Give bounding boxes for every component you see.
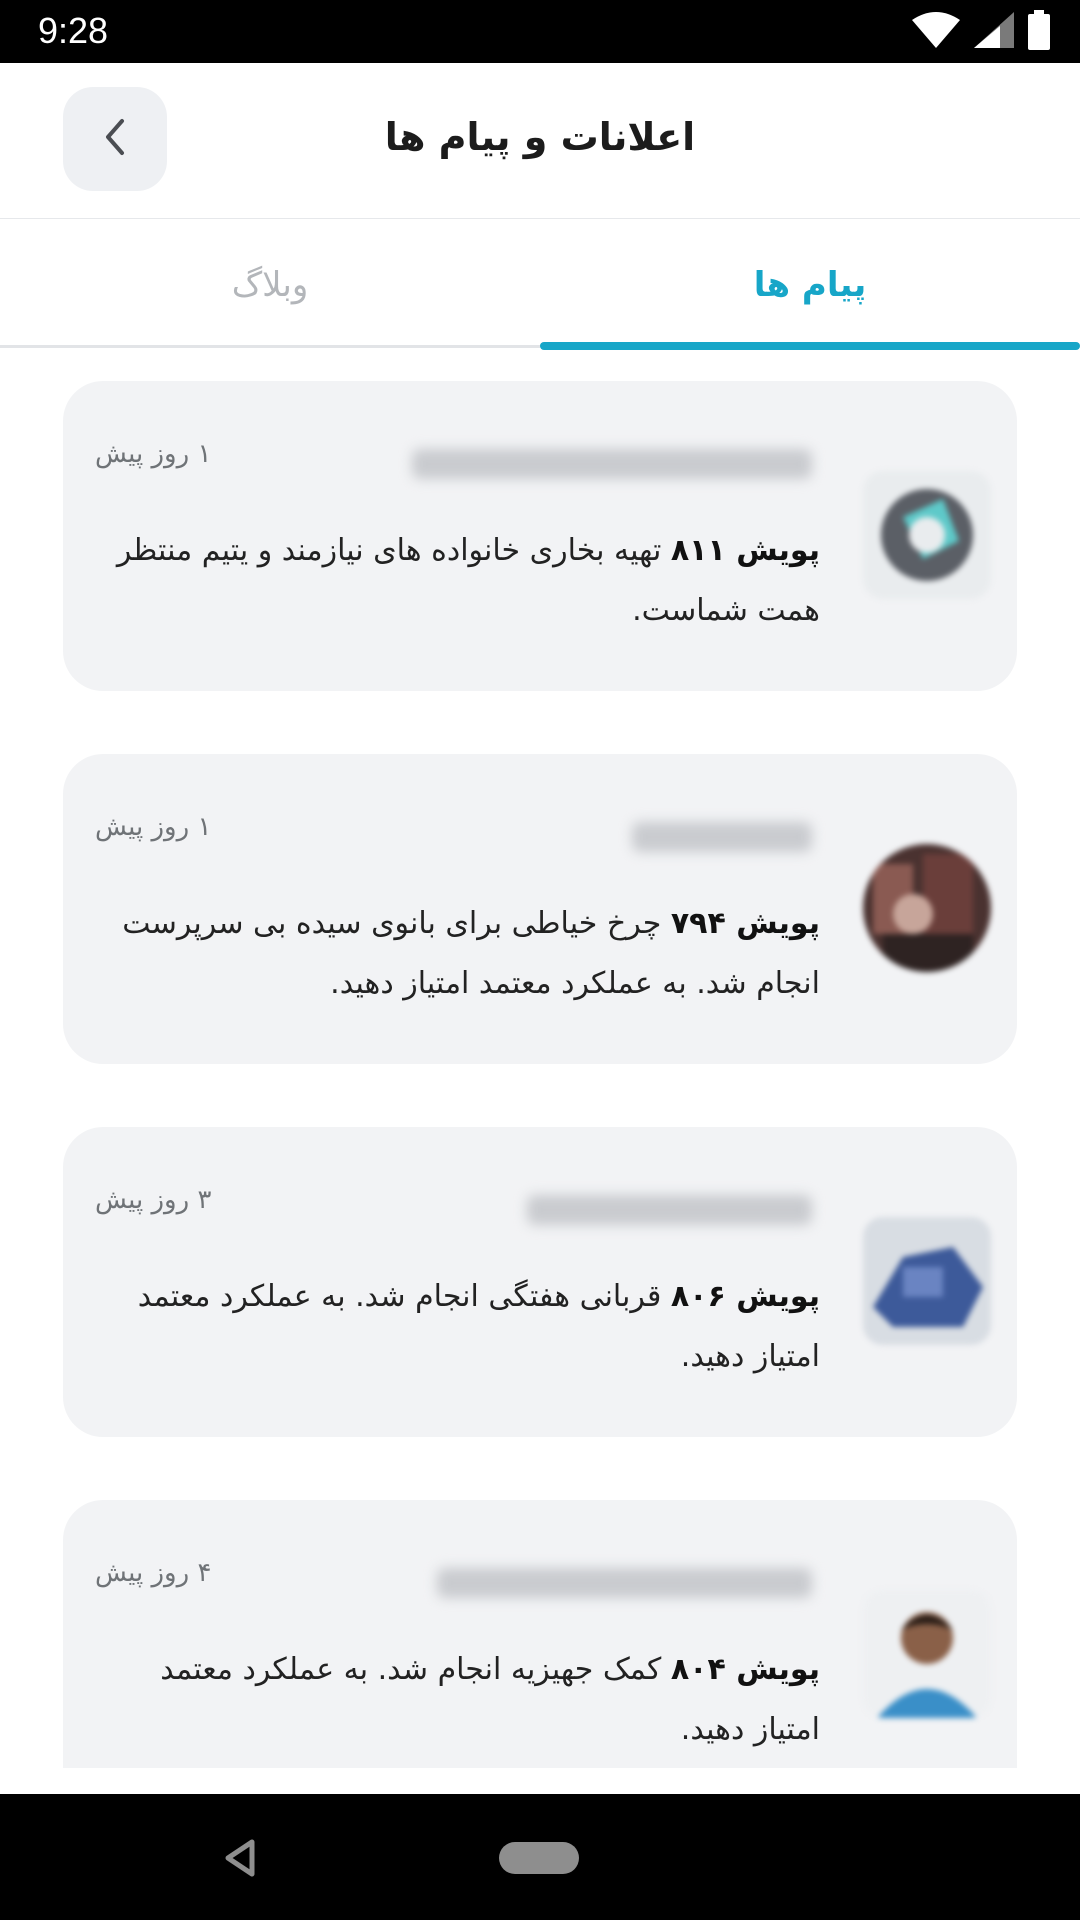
sender-name-blurred	[412, 449, 812, 479]
nav-home-icon[interactable]	[499, 1842, 579, 1874]
campaign-number: پویش ۷۹۴	[670, 906, 820, 941]
nav-back-icon[interactable]	[222, 1838, 258, 1882]
message-text: پویش ۸۰۶ قربانی هفتگی انجام شد. به عملکر…	[103, 1267, 820, 1387]
message-card[interactable]: ۱ روز پیش پویش ۸۱۱ تهیه بخاری خانواده ها…	[63, 381, 1017, 691]
message-list[interactable]: ۱ روز پیش پویش ۸۱۱ تهیه بخاری خانواده ها…	[0, 350, 1080, 1768]
message-time: ۳ روز پیش	[95, 1185, 212, 1215]
tab-divider	[0, 345, 540, 348]
sender-avatar	[863, 1590, 991, 1718]
message-card[interactable]: ۳ روز پیش پویش ۸۰۶ قربانی هفتگی انجام شد…	[63, 1127, 1017, 1437]
campaign-number: پویش ۸۰۴	[670, 1652, 820, 1687]
wifi-icon	[912, 12, 960, 52]
active-tab-indicator	[540, 342, 1080, 350]
system-nav-bar	[0, 1794, 1080, 1920]
status-time: 9:28	[38, 10, 109, 51]
tab-blog[interactable]: وبلاگ	[0, 220, 540, 350]
sender-name-blurred	[632, 822, 812, 852]
status-bar: 9:28	[0, 0, 1080, 63]
campaign-number: پویش ۸۰۶	[670, 1279, 820, 1314]
status-icons	[912, 10, 1050, 54]
message-text: پویش ۸۱۱ تهیه بخاری خانواده های نیازمند …	[103, 521, 820, 641]
message-time: ۱ روز پیش	[95, 439, 212, 469]
message-card[interactable]: ۴ روز پیش پویش ۸۰۴ کمک جهیزیه انجام شد. …	[63, 1500, 1017, 1768]
campaign-number: پویش ۸۱۱	[670, 533, 820, 568]
tab-bar: پیام ها وبلاگ	[0, 220, 1080, 350]
cellular-signal-icon	[974, 12, 1014, 52]
app-header: اعلانات و پیام ها	[0, 63, 1080, 219]
message-text: پویش ۷۹۴ چرخ خیاطی برای بانوی سیده بی سر…	[103, 894, 820, 1014]
sender-avatar	[863, 844, 991, 972]
message-time: ۴ روز پیش	[95, 1558, 212, 1588]
page-title: اعلانات و پیام ها	[384, 115, 696, 159]
sender-avatar	[863, 471, 991, 599]
message-card[interactable]: ۱ روز پیش پویش ۷۹۴ چرخ خیاطی برای بانوی …	[63, 754, 1017, 1064]
message-text: پویش ۸۰۴ کمک جهیزیه انجام شد. به عملکرد …	[103, 1640, 820, 1760]
battery-icon	[1028, 10, 1050, 54]
message-time: ۱ روز پیش	[95, 812, 212, 842]
sender-name-blurred	[527, 1195, 812, 1225]
sender-name-blurred	[437, 1568, 812, 1598]
tab-messages[interactable]: پیام ها	[540, 220, 1080, 350]
sender-avatar	[863, 1217, 991, 1345]
